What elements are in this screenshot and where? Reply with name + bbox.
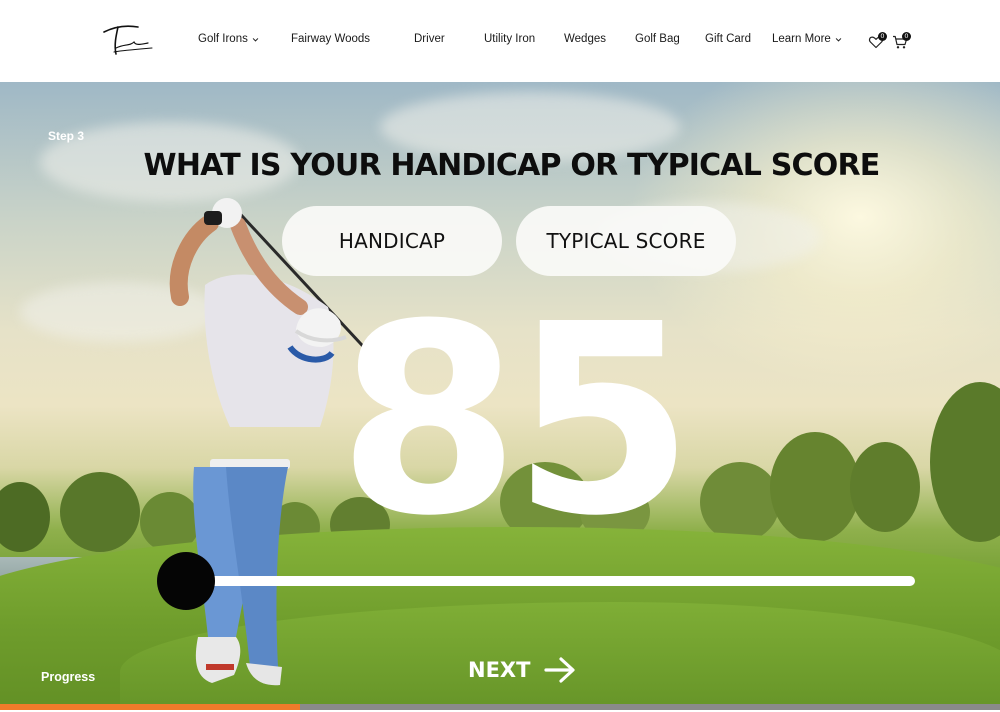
nav-driver[interactable]: Driver	[414, 33, 445, 45]
score-slider-thumb[interactable]	[157, 552, 215, 610]
cart-count-badge: 0	[902, 32, 911, 41]
nav-label: Golf Bag	[635, 33, 680, 45]
score-slider-track[interactable]	[186, 576, 915, 586]
nav-fairway-woods[interactable]: Fairway Woods	[291, 33, 370, 45]
nav-wedges[interactable]: Wedges	[564, 33, 606, 45]
step-label: Step 3	[48, 129, 85, 143]
nav-label: Gift Card	[705, 33, 752, 45]
handicap-option-button[interactable]: HANDICAP	[282, 206, 502, 276]
nav-label: Fairway Woods	[291, 33, 371, 45]
typical-score-option-button[interactable]: TYPICAL SCORE	[516, 206, 736, 276]
score-value-display: 85	[337, 268, 695, 573]
brand-logo[interactable]	[100, 18, 156, 58]
nav-label: Learn More	[772, 33, 831, 45]
chevron-down-icon	[835, 37, 842, 42]
question-heading: WHAT IS YOUR HANDICAP OR TYPICAL SCORE	[143, 148, 881, 183]
next-label: NEXT	[468, 658, 531, 682]
nav-label: Golf Irons	[198, 33, 248, 45]
site-header: Golf Irons Fairway Woods Driver Utility …	[0, 0, 1000, 82]
nav-golf-bag[interactable]: Golf Bag	[635, 33, 680, 45]
option-label: TYPICAL SCORE	[546, 229, 706, 253]
nav-utility-iron[interactable]: Utility Iron	[484, 33, 535, 45]
nav-golf-irons[interactable]: Golf Irons	[198, 33, 259, 45]
nav-label: Driver	[414, 33, 445, 45]
nav-label: Utility Iron	[484, 33, 536, 45]
progress-label: Progress	[41, 670, 96, 684]
nav-gift-card[interactable]: Gift Card	[705, 33, 751, 45]
next-button[interactable]: NEXT	[468, 652, 580, 688]
chevron-down-icon	[252, 37, 259, 42]
nav-label: Wedges	[564, 33, 606, 45]
option-label: HANDICAP	[338, 229, 446, 253]
wishlist-count-badge: 0	[878, 32, 887, 41]
nav-learn-more[interactable]: Learn More	[772, 33, 842, 45]
arrow-right-icon	[544, 657, 576, 683]
